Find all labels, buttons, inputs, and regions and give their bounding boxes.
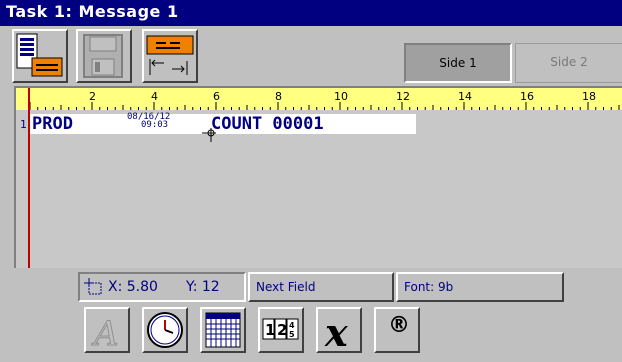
svg-text:1: 1 <box>265 321 275 339</box>
ruler-tick-label: 16 <box>520 90 534 103</box>
outlined-letter-a-icon: A <box>91 314 120 352</box>
time-field[interactable]: 09:03 <box>141 121 168 130</box>
ruler-tick-label: 4 <box>151 90 158 103</box>
ruler-tick-label: 14 <box>458 90 472 103</box>
date-tool-button[interactable] <box>200 307 246 353</box>
text-tool-button[interactable]: A <box>84 307 130 353</box>
time-tool-button[interactable] <box>142 307 188 353</box>
save-button[interactable] <box>76 29 132 83</box>
text-field-prod[interactable]: PROD <box>32 114 73 134</box>
x-coordinate: X: 5.80 <box>108 279 158 295</box>
status-bar: X: 5.80 Y: 12 Next Field Font: 9b <box>78 272 568 302</box>
field-layout-button[interactable] <box>142 29 198 83</box>
ruler-tick-label: 8 <box>275 90 282 103</box>
y-coordinate: Y: 12 <box>186 279 220 295</box>
message-properties-button[interactable] <box>12 29 68 83</box>
floppy-disk-icon <box>83 34 123 78</box>
svg-text:2: 2 <box>277 321 287 339</box>
ruler-scale: 2 4 6 8 10 12 14 16 18 <box>29 90 620 110</box>
position-icon <box>84 278 102 295</box>
calendar-icon <box>205 312 241 348</box>
ruler: 2 4 6 8 10 12 14 16 18 <box>16 88 622 110</box>
document-icon <box>16 33 63 77</box>
counter-digits-icon: 1 2 4 5 <box>262 318 299 340</box>
special-character-button[interactable]: ® <box>374 307 420 353</box>
ruler-tick-label: 10 <box>334 90 348 103</box>
ruler-tick-label: 6 <box>213 90 220 103</box>
cursor-position: X: 5.80 Y: 12 <box>78 272 246 302</box>
logo-tool-button[interactable]: x <box>316 307 362 353</box>
svg-text:x: x <box>324 310 349 351</box>
side-1-tab[interactable]: Side 1 <box>404 43 512 83</box>
window-title: Task 1: Message 1 <box>6 2 179 21</box>
font-button[interactable]: Font: 9b <box>396 272 564 302</box>
svg-text:A: A <box>91 314 119 351</box>
ruler-tick-label: 18 <box>582 90 596 103</box>
counter-tool-button[interactable]: 1 2 4 5 <box>258 307 304 353</box>
title-bar: Task 1: Message 1 <box>0 0 622 26</box>
svg-text:5: 5 <box>289 330 295 339</box>
ruler-tick-label: 12 <box>396 90 410 103</box>
script-x-icon: x <box>324 310 349 351</box>
crosshair-cursor-icon <box>202 128 216 142</box>
registered-mark-icon: ® <box>388 313 410 338</box>
side-2-tab[interactable]: Side 2 <box>515 43 622 83</box>
svg-text:4: 4 <box>289 321 295 330</box>
field-spacing-icon <box>146 35 194 75</box>
clock-icon <box>147 312 183 348</box>
line-number: 1 <box>20 118 27 131</box>
next-field-button[interactable]: Next Field <box>248 272 394 302</box>
message-editor[interactable]: 2 4 6 8 10 12 14 16 18 1 PROD 08/16/12 09:03 COU… <box>14 86 622 268</box>
ruler-tick-label: 2 <box>89 90 96 103</box>
counter-field[interactable]: COUNT 00001 <box>211 114 324 134</box>
